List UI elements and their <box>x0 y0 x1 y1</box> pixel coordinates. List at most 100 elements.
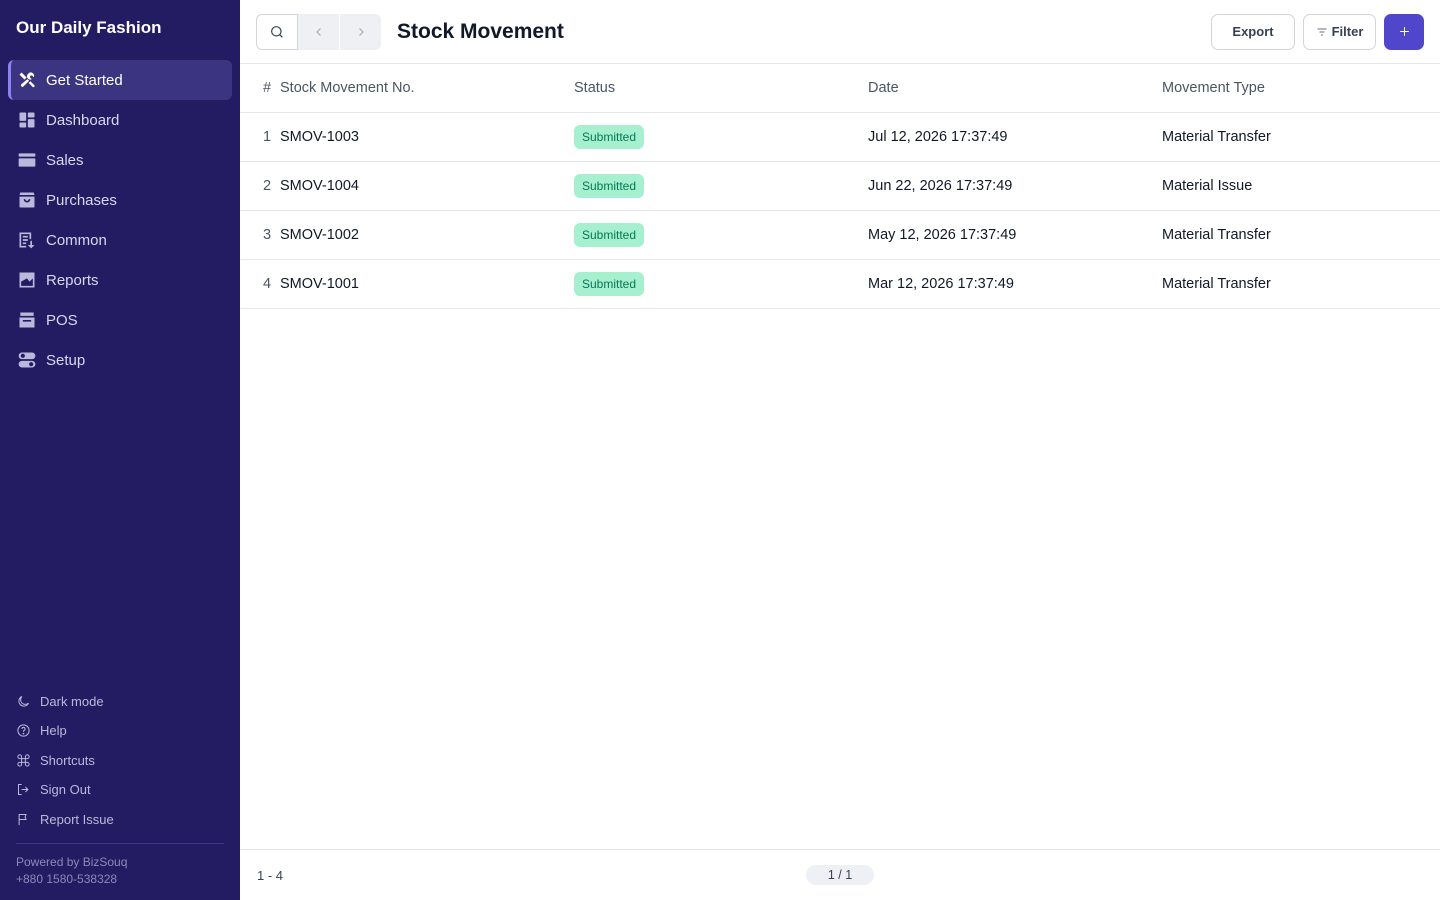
sidebar-item-dashboard[interactable]: Dashboard <box>8 100 232 140</box>
movement-date: May 12, 2026 17:37:49 <box>868 227 1017 243</box>
sales-icon <box>16 149 38 171</box>
plus-icon <box>1399 27 1409 36</box>
table-row[interactable]: 2 SMOV-1004 Submitted Jun 22, 2026 17:37… <box>240 162 1440 211</box>
status-badge: Submitted <box>574 272 645 296</box>
shortcuts-label: Shortcuts <box>40 752 95 768</box>
status-badge: Submitted <box>574 223 645 247</box>
row-number: 4 <box>263 276 272 292</box>
result-range: 1 - 4 <box>257 867 284 883</box>
row-number: 2 <box>263 178 272 194</box>
movement-type: Material Transfer <box>1162 129 1271 145</box>
row-number: 1 <box>263 129 272 145</box>
table-footer: 1 - 4 1 / 1 <box>240 849 1440 900</box>
search-button[interactable] <box>256 13 298 50</box>
sidebar-item-label: Common <box>46 231 107 249</box>
pos-icon <box>16 309 38 331</box>
sidebar-item-reports[interactable]: Reports <box>8 260 232 300</box>
purchases-icon <box>16 189 38 211</box>
page-title: Stock Movement <box>397 19 564 43</box>
sign-out-link[interactable]: Sign Out <box>16 775 224 805</box>
status-cell: Submitted <box>574 272 868 296</box>
movement-type: Material Issue <box>1162 178 1253 194</box>
shortcuts-link[interactable]: Shortcuts <box>16 746 224 776</box>
table-row[interactable]: 1 SMOV-1003 Submitted Jul 12, 2026 17:37… <box>240 113 1440 162</box>
command-icon <box>17 754 30 767</box>
sidebar-item-setup[interactable]: Setup <box>8 340 232 380</box>
movement-no: SMOV-1002 <box>280 227 359 243</box>
powered-by: Powered by BizSouq +880 1580-538328 <box>0 854 240 888</box>
filter-icon <box>1317 28 1327 35</box>
back-button[interactable] <box>298 13 339 50</box>
top-actions: Export Filter <box>1211 13 1424 50</box>
help-icon <box>17 724 30 737</box>
movement-no: SMOV-1004 <box>280 178 359 194</box>
column-header-date[interactable]: Date <box>868 80 1162 96</box>
sidebar-item-label: Sales <box>46 151 84 169</box>
table-row[interactable]: 4 SMOV-1001 Submitted Mar 12, 2026 17:37… <box>240 260 1440 309</box>
status-cell: Submitted <box>574 125 868 149</box>
table-row[interactable]: 3 SMOV-1002 Submitted May 12, 2026 17:37… <box>240 211 1440 260</box>
powered-by-text: Powered by BizSouq <box>16 855 128 869</box>
sidebar-item-label: Purchases <box>46 191 117 209</box>
flag-icon <box>18 813 27 825</box>
sidebar-item-label: POS <box>46 311 78 329</box>
add-button[interactable] <box>1384 13 1424 50</box>
sidebar-item-get-started[interactable]: Get Started <box>8 60 232 100</box>
column-header-movement-type[interactable]: Movement Type <box>1162 80 1440 96</box>
movement-date: Jun 22, 2026 17:37:49 <box>868 178 1013 194</box>
moon-icon <box>18 695 29 707</box>
status-cell: Submitted <box>574 223 868 247</box>
search-icon <box>271 25 283 38</box>
sidebar-divider <box>16 843 224 844</box>
filter-button[interactable]: Filter <box>1303 13 1376 50</box>
sidebar-item-label: Get Started <box>46 71 123 89</box>
sidebar-nav: Get Started Dashboard Sales Purchases Co… <box>0 56 240 380</box>
row-number: 3 <box>263 227 272 243</box>
movement-date: Mar 12, 2026 17:37:49 <box>868 276 1014 292</box>
sidebar-item-purchases[interactable]: Purchases <box>8 180 232 220</box>
filter-label: Filter <box>1331 24 1364 39</box>
movement-no: SMOV-1001 <box>280 276 359 292</box>
reports-icon <box>16 269 38 291</box>
movement-no: SMOV-1003 <box>280 129 359 145</box>
column-header-movement-no[interactable]: Stock Movement No. <box>280 80 574 96</box>
sign-out-label: Sign Out <box>40 782 91 798</box>
chevron-left-icon <box>315 27 321 36</box>
top-bar: Stock Movement Export Filter <box>240 0 1440 64</box>
stock-movement-table: # Stock Movement No. Status Date Movemen… <box>240 64 1440 309</box>
status-badge: Submitted <box>574 174 645 198</box>
help-label: Help <box>40 723 67 739</box>
report-issue-link[interactable]: Report Issue <box>16 805 224 835</box>
help-link[interactable]: Help <box>16 716 224 746</box>
sidebar-item-pos[interactable]: POS <box>8 300 232 340</box>
dark-mode-label: Dark mode <box>40 693 104 709</box>
main-content: Stock Movement Export Filter # Stock Mov… <box>240 0 1440 900</box>
table-header: # Stock Movement No. Status Date Movemen… <box>240 64 1440 113</box>
common-icon <box>16 229 38 251</box>
sign-out-icon <box>18 784 29 796</box>
tools-icon <box>16 69 38 91</box>
setup-icon <box>16 349 38 371</box>
sidebar-item-common[interactable]: Common <box>8 220 232 260</box>
page-indicator[interactable]: 1 / 1 <box>806 865 874 885</box>
sidebar-item-label: Setup <box>46 351 86 369</box>
column-header-number: # <box>263 80 272 96</box>
sidebar-item-label: Reports <box>46 271 99 289</box>
movement-type: Material Transfer <box>1162 227 1271 243</box>
support-phone: +880 1580-538328 <box>16 872 118 886</box>
forward-button[interactable] <box>340 13 381 50</box>
dark-mode-link[interactable]: Dark mode <box>16 687 224 717</box>
chevron-right-icon <box>358 27 364 36</box>
status-badge: Submitted <box>574 125 645 149</box>
export-button[interactable]: Export <box>1211 13 1295 50</box>
sidebar-bottom-links: Dark mode Help Shortcuts Sign Out Report… <box>0 687 240 835</box>
sidebar-item-sales[interactable]: Sales <box>8 140 232 180</box>
movement-type: Material Transfer <box>1162 276 1271 292</box>
status-cell: Submitted <box>574 174 868 198</box>
report-issue-label: Report Issue <box>40 811 114 827</box>
column-header-status[interactable]: Status <box>574 80 868 96</box>
app-title: Our Daily Fashion <box>16 18 162 37</box>
sidebar: Our Daily Fashion Get Started Dashboard … <box>0 0 240 900</box>
sidebar-item-label: Dashboard <box>46 111 120 129</box>
movement-date: Jul 12, 2026 17:37:49 <box>868 129 1008 145</box>
